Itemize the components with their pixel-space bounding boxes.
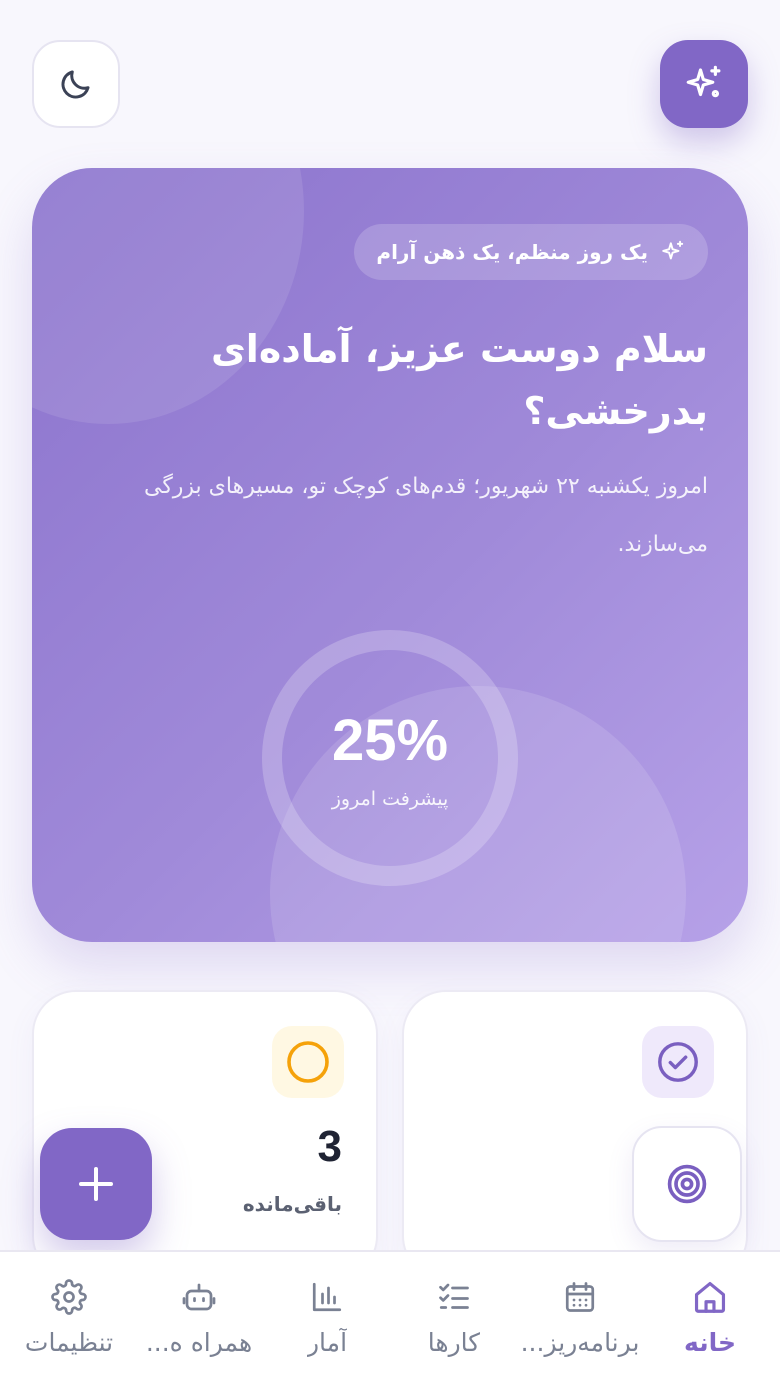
sparkles-icon — [686, 65, 721, 98]
tagline-text: یک روز منظم، یک ذهن آرام — [376, 240, 648, 264]
check-circle-icon — [658, 1042, 698, 1082]
nav-label: همراه ه... — [145, 1328, 253, 1357]
robot-icon — [182, 1283, 216, 1311]
date-subtitle: امروز یکشنبه ۲۲ شهریور؛ قدم‌های کوچک تو،… — [143, 474, 708, 557]
plus-icon — [79, 1167, 113, 1201]
greeting-line: سلام دوست عزیز، آماده‌ای — [210, 327, 708, 371]
calendar-icon — [565, 1282, 595, 1312]
nav-item-assistant[interactable]: همراه ه... — [134, 1252, 264, 1400]
stat-value: 3 — [317, 1122, 342, 1171]
circle-icon — [287, 1041, 329, 1083]
progress-label: پیشرفت امروز — [331, 787, 449, 810]
nav-item-settings[interactable]: تنظیمات — [4, 1252, 134, 1400]
nav-label: برنامه‌ریز... — [520, 1328, 640, 1357]
stat-label: باقی‌مانده — [242, 1192, 342, 1216]
theme-toggle-button[interactable] — [32, 40, 120, 128]
nav-item-tasks[interactable]: کارها — [389, 1252, 519, 1400]
checklist-icon — [439, 1283, 469, 1309]
nav-item-stats[interactable]: آمار — [262, 1252, 392, 1400]
chart-icon — [312, 1282, 342, 1312]
stat-icon-container — [642, 1026, 714, 1098]
progress-value: 25% — [331, 707, 449, 773]
app-screen: یک روز منظم، یک ذهن آرام سلام دوست عزیز،… — [0, 0, 780, 1400]
progress-ring: 25% پیشرفت امروز — [262, 630, 518, 886]
sparkles-icon — [662, 240, 684, 260]
greeting-title: سلام دوست عزیز، آماده‌ای بدرخشی؟ — [168, 318, 708, 442]
tagline-pill: یک روز منظم، یک ذهن آرام — [354, 224, 708, 280]
moon-icon — [61, 70, 90, 99]
stat-icon-container — [272, 1026, 344, 1098]
gear-icon — [51, 1279, 87, 1315]
home-icon — [694, 1281, 726, 1313]
greeting-line: بدرخشی؟ — [523, 389, 708, 433]
target-icon — [667, 1164, 707, 1204]
nav-label: تنظیمات — [24, 1328, 114, 1357]
hero-card: یک روز منظم، یک ذهن آرام سلام دوست عزیز،… — [32, 168, 748, 942]
ai-assistant-button[interactable] — [660, 40, 748, 128]
bottom-navigation: خانه برنامه‌ریز... کارها — [0, 1250, 780, 1400]
nav-item-home[interactable]: خانه — [645, 1252, 775, 1400]
nav-label: آمار — [306, 1328, 348, 1357]
add-task-button[interactable] — [40, 1128, 152, 1240]
focus-mode-button[interactable] — [632, 1126, 742, 1242]
nav-item-planner[interactable]: برنامه‌ریز... — [515, 1252, 645, 1400]
nav-label: کارها — [427, 1328, 481, 1357]
nav-label: خانه — [684, 1328, 736, 1357]
